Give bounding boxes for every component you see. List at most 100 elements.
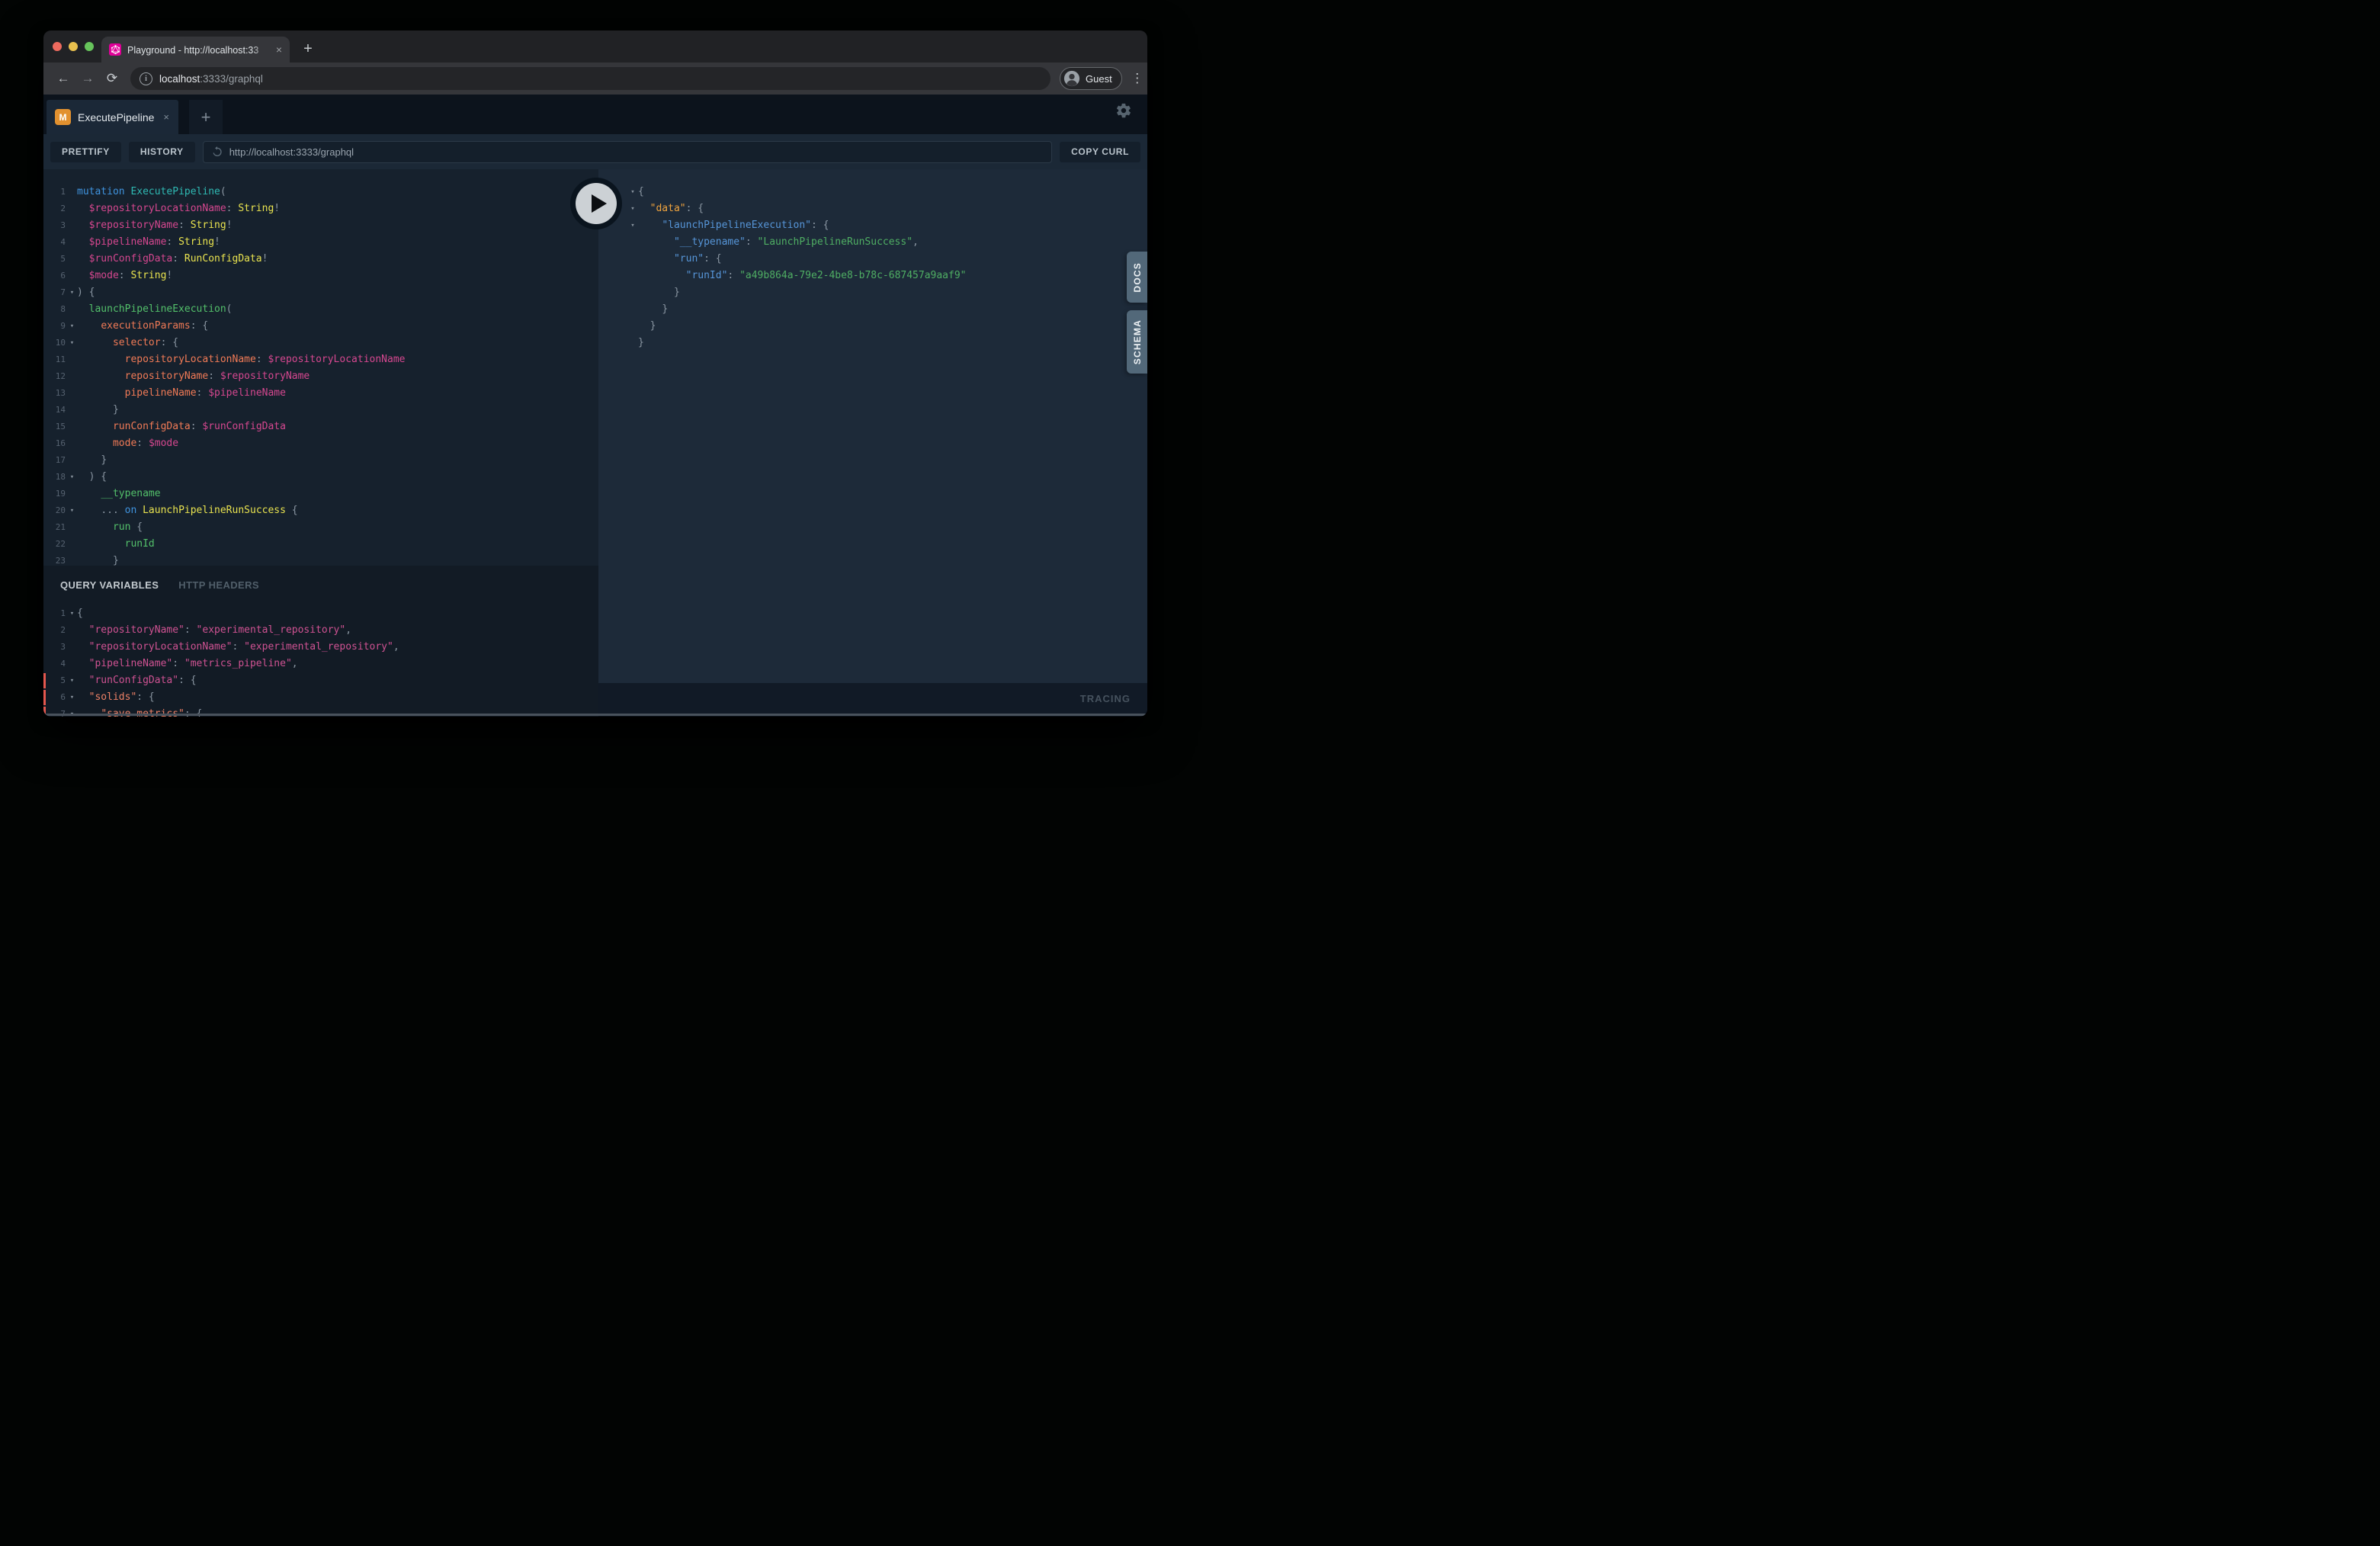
code-text: $pipelineName: String! xyxy=(77,234,220,251)
line-number: 16 xyxy=(43,435,66,452)
session-close-icon[interactable]: × xyxy=(163,111,169,123)
editor-line: 11 repositoryLocationName: $repositoryLo… xyxy=(43,351,598,368)
query-variables-panel: QUERY VARIABLES HTTP HEADERS 1▾{2 "repos… xyxy=(43,566,598,717)
response-line: } xyxy=(598,284,1147,301)
history-restore-icon xyxy=(211,146,223,158)
line-number: 3 xyxy=(43,217,66,234)
query-editor[interactable]: 1 mutation ExecutePipeline(2 $repositoryL… xyxy=(43,169,598,566)
horizontal-scrollbar[interactable] xyxy=(43,714,1147,716)
line-number: 5 xyxy=(43,251,66,268)
tab-http-headers[interactable]: HTTP HEADERS xyxy=(178,579,259,591)
schema-side-tab[interactable]: SCHEMA xyxy=(1127,310,1147,374)
variables-line: 5▾ "runConfigData": { xyxy=(43,672,598,689)
new-tab-button[interactable]: + xyxy=(298,39,318,59)
endpoint-url: http://localhost:3333/graphql xyxy=(229,146,354,158)
tab-query-variables[interactable]: QUERY VARIABLES xyxy=(60,579,159,591)
editor-line: 8 launchPipelineExecution( xyxy=(43,301,598,318)
code-text: mutation ExecutePipeline( xyxy=(77,184,226,200)
tracing-bar: TRACING xyxy=(598,683,1147,714)
fold-arrow-icon[interactable]: ▾ xyxy=(626,184,638,200)
fold-arrow-icon[interactable]: ▾ xyxy=(66,318,77,335)
code-text: } xyxy=(638,284,680,301)
fold-arrow-icon[interactable]: ▾ xyxy=(66,672,77,689)
editor-line: 20▾ ... on LaunchPipelineRunSuccess { xyxy=(43,502,598,519)
code-text: } xyxy=(638,301,668,318)
lint-error-marker xyxy=(43,690,46,705)
traffic-light-zoom[interactable] xyxy=(85,42,94,51)
settings-gear-icon[interactable] xyxy=(1115,102,1132,119)
profile-button[interactable]: Guest xyxy=(1060,67,1122,90)
endpoint-input[interactable]: http://localhost:3333/graphql xyxy=(203,141,1052,163)
editor-line: 16 mode: $mode xyxy=(43,435,598,452)
editor-line: 3 $repositoryName: String! xyxy=(43,217,598,234)
fold-arrow-icon[interactable]: ▾ xyxy=(66,469,77,486)
editor-line: 5 $runConfigData: RunConfigData! xyxy=(43,251,598,268)
docs-side-tab[interactable]: DOCS xyxy=(1127,252,1147,303)
code-text: } xyxy=(638,335,644,351)
editor-line: 23 } xyxy=(43,553,598,566)
forward-icon[interactable]: → xyxy=(75,67,100,90)
site-info-icon[interactable]: i xyxy=(140,72,152,85)
line-number: 21 xyxy=(43,519,66,536)
response-line: "__typename": "LaunchPipelineRunSuccess"… xyxy=(598,234,1147,251)
session-tab-executepipeline[interactable]: M ExecutePipeline × xyxy=(47,100,178,134)
code-text: runConfigData: $runConfigData xyxy=(77,419,286,435)
fold-arrow-icon[interactable]: ▾ xyxy=(66,689,77,706)
history-button[interactable]: HISTORY xyxy=(129,142,195,162)
code-text: ) { xyxy=(77,284,95,301)
fold-arrow-icon[interactable]: ▾ xyxy=(626,217,638,234)
browser-titlebar: Playground - http://localhost:33 × + xyxy=(43,30,1147,63)
fold-arrow-icon[interactable]: ▾ xyxy=(626,200,638,217)
line-number: 2 xyxy=(43,622,66,639)
line-number: 22 xyxy=(43,536,66,553)
code-text: } xyxy=(638,318,656,335)
graphql-playground: M ExecutePipeline × + PRETTIFY HISTORY h… xyxy=(43,95,1147,717)
response-line: ▾{ xyxy=(598,184,1147,200)
fold-arrow-icon[interactable]: ▾ xyxy=(66,605,77,622)
fold-arrow-icon[interactable]: ▾ xyxy=(66,502,77,519)
reload-icon[interactable]: ⟳ xyxy=(100,67,124,90)
code-text: pipelineName: $pipelineName xyxy=(77,385,286,402)
lint-error-marker xyxy=(43,673,46,688)
prettify-button[interactable]: PRETTIFY xyxy=(50,142,121,162)
code-text: "repositoryName": "experimental_reposito… xyxy=(77,622,351,639)
traffic-light-close[interactable] xyxy=(53,42,62,51)
line-number: 13 xyxy=(43,385,66,402)
code-text: run { xyxy=(77,519,143,536)
code-text: $mode: String! xyxy=(77,268,172,284)
back-icon[interactable]: ← xyxy=(51,67,75,90)
editor-line: 9▾ executionParams: { xyxy=(43,318,598,335)
tracing-label[interactable]: TRACING xyxy=(1080,693,1131,704)
fold-arrow-icon[interactable]: ▾ xyxy=(66,284,77,301)
line-number: 8 xyxy=(43,301,66,318)
browser-tab[interactable]: Playground - http://localhost:33 × xyxy=(101,37,290,63)
variables-line: 2 "repositoryName": "experimental_reposi… xyxy=(43,622,598,639)
schema-label: SCHEMA xyxy=(1132,319,1143,364)
execute-button[interactable] xyxy=(570,178,622,229)
response-line: } xyxy=(598,335,1147,351)
browser-tab-title: Playground - http://localhost:33 xyxy=(127,45,258,56)
editor-line: 2 $repositoryLocationName: String! xyxy=(43,200,598,217)
response-line: } xyxy=(598,301,1147,318)
code-text: "launchPipelineExecution": { xyxy=(638,217,829,234)
code-text: "pipelineName": "metrics_pipeline", xyxy=(77,656,298,672)
code-text: executionParams: { xyxy=(77,318,208,335)
session-tab-title: ExecutePipeline xyxy=(78,111,154,123)
response-line: } xyxy=(598,318,1147,335)
copy-curl-button[interactable]: COPY CURL xyxy=(1060,142,1140,162)
address-bar[interactable]: i localhost:3333/graphql xyxy=(130,67,1050,90)
tab-close-icon[interactable]: × xyxy=(276,44,282,55)
code-text: launchPipelineExecution( xyxy=(77,301,233,318)
line-number: 14 xyxy=(43,402,66,419)
graphql-logo-icon xyxy=(109,43,121,56)
traffic-light-minimize[interactable] xyxy=(69,42,78,51)
editor-line: 14 } xyxy=(43,402,598,419)
play-icon xyxy=(576,183,617,224)
line-number: 1 xyxy=(43,184,66,200)
fold-arrow-icon[interactable]: ▾ xyxy=(66,335,77,351)
docs-label: DOCS xyxy=(1132,262,1143,292)
browser-menu-icon[interactable]: ⋮ xyxy=(1129,71,1146,86)
editor-line: 22 runId xyxy=(43,536,598,553)
new-session-button[interactable]: + xyxy=(189,100,223,134)
code-text: __typename xyxy=(77,486,161,502)
